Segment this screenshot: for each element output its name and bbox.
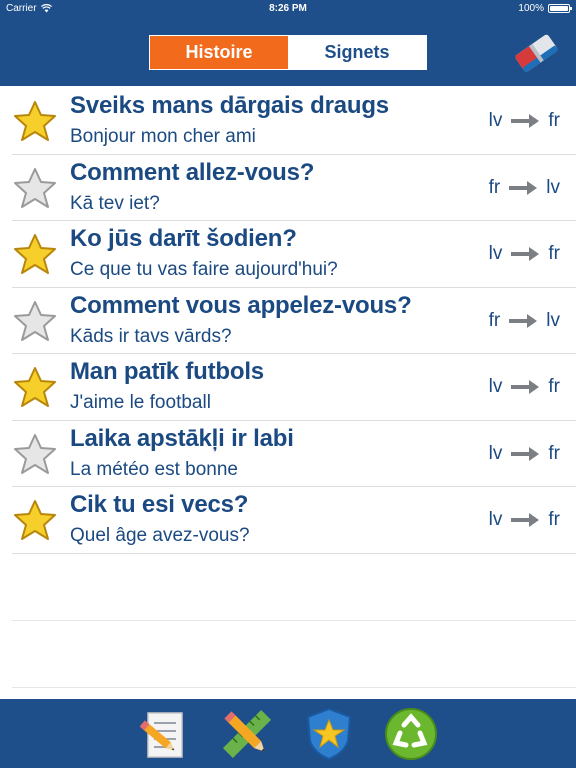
language-direction: lv fr xyxy=(489,243,560,265)
language-direction: lv fr xyxy=(489,110,560,132)
language-direction: fr lv xyxy=(489,177,560,199)
bottom-toolbar xyxy=(0,699,576,768)
status-right: 100% xyxy=(518,3,572,14)
status-bar: Carrier 8:26 PM 100% xyxy=(0,0,576,18)
list-item[interactable]: Sveiks mans dārgais draugs Bonjour mon ch… xyxy=(0,88,576,155)
eraser-icon[interactable] xyxy=(510,28,560,78)
tab-bookmarks[interactable]: Signets xyxy=(288,36,426,69)
arrow-right-icon xyxy=(511,114,540,128)
phrase-text: Man patīk futbols xyxy=(70,358,264,385)
arrow-right-icon xyxy=(511,513,540,527)
phrase-text: Comment allez-vous? xyxy=(70,158,315,186)
bookmark-star-icon[interactable] xyxy=(12,232,58,278)
target-language: fr xyxy=(548,110,560,131)
arrow-right-icon xyxy=(509,313,538,328)
header-bar: Carrier 8:26 PM 100% Histoire Signets xyxy=(0,0,576,86)
source-language: lv xyxy=(488,442,503,464)
phrase-text: Laika apstākļi ir labi xyxy=(70,424,294,452)
battery-icon xyxy=(548,4,572,13)
translation-text: Ce que tu vas faire aujourd'hui? xyxy=(70,259,338,280)
arrow-right-icon xyxy=(511,446,540,461)
tab-history[interactable]: Histoire xyxy=(150,36,288,69)
bookmark-star-icon[interactable] xyxy=(12,498,58,544)
list-item[interactable]: Ko jūs darīt šodien? Ce que tu vas faire … xyxy=(0,221,576,288)
target-language: fr xyxy=(548,376,560,397)
target-language: lv xyxy=(546,176,560,198)
source-language: fr xyxy=(488,176,501,198)
translation-text: Bonjour mon cher ami xyxy=(70,126,256,147)
bookmark-star-icon[interactable] xyxy=(12,166,58,212)
list-item[interactable]: Cik tu esi vecs? Quel âge avez-vous? lv fr xyxy=(0,487,576,554)
bookmark-star-icon[interactable] xyxy=(12,99,58,145)
source-language: lv xyxy=(488,509,503,530)
row-divider xyxy=(12,552,576,554)
source-language: lv xyxy=(488,376,503,397)
source-language: lv xyxy=(488,110,503,131)
translation-text: Kā tev iet? xyxy=(70,192,160,214)
target-language: fr xyxy=(548,509,560,530)
arrow-right-icon xyxy=(511,247,540,261)
language-direction: lv fr xyxy=(489,443,560,465)
list-item[interactable]: Comment vous appelez-vous? Kāds ir tavs v… xyxy=(0,288,576,354)
language-direction: lv fr xyxy=(489,509,560,531)
target-language: lv xyxy=(546,309,560,331)
phrase-text: Sveiks mans dārgais draugs xyxy=(70,92,389,119)
translation-text: Kāds ir tavs vārds? xyxy=(70,325,232,347)
phrase-text: Comment vous appelez-vous? xyxy=(70,291,412,319)
target-language: fr xyxy=(548,243,560,264)
bookmark-star-icon[interactable] xyxy=(12,299,58,345)
phrase-text: Cik tu esi vecs? xyxy=(70,491,249,518)
battery-percent: 100% xyxy=(518,3,544,14)
translation-text: La météo est bonne xyxy=(70,458,238,480)
target-language: fr xyxy=(548,442,560,464)
language-direction: fr lv xyxy=(489,310,560,332)
star-shield-icon[interactable] xyxy=(302,705,356,763)
recycle-icon[interactable] xyxy=(384,705,438,763)
arrow-right-icon xyxy=(511,380,540,394)
list-item[interactable]: Laika apstākļi ir labi La météo est bonne… xyxy=(0,421,576,487)
status-time: 8:26 PM xyxy=(269,3,307,14)
arrow-right-icon xyxy=(509,180,538,195)
source-language: lv xyxy=(488,243,503,264)
ruler-pencil-icon[interactable] xyxy=(220,705,274,763)
bookmark-star-icon[interactable] xyxy=(12,365,58,411)
bookmark-star-icon[interactable] xyxy=(12,432,58,478)
phrase-text: Ko jūs darīt šodien? xyxy=(70,225,297,252)
list-item[interactable]: Comment allez-vous? Kā tev iet? fr lv xyxy=(0,155,576,221)
empty-row-line-1 xyxy=(12,620,576,621)
translation-text: Quel âge avez-vous? xyxy=(70,525,250,546)
language-direction: lv fr xyxy=(489,376,560,398)
empty-row-line-2 xyxy=(12,686,576,688)
phrase-list: Sveiks mans dārgais draugs Bonjour mon ch… xyxy=(0,88,576,554)
history-bookmarks-switch: Histoire Signets xyxy=(149,35,427,70)
notepad-pencil-icon[interactable] xyxy=(138,705,192,763)
list-item[interactable]: Man patīk futbols J'aime le football lv fr xyxy=(0,354,576,421)
translation-text: J'aime le football xyxy=(70,392,211,413)
source-language: fr xyxy=(488,309,501,331)
